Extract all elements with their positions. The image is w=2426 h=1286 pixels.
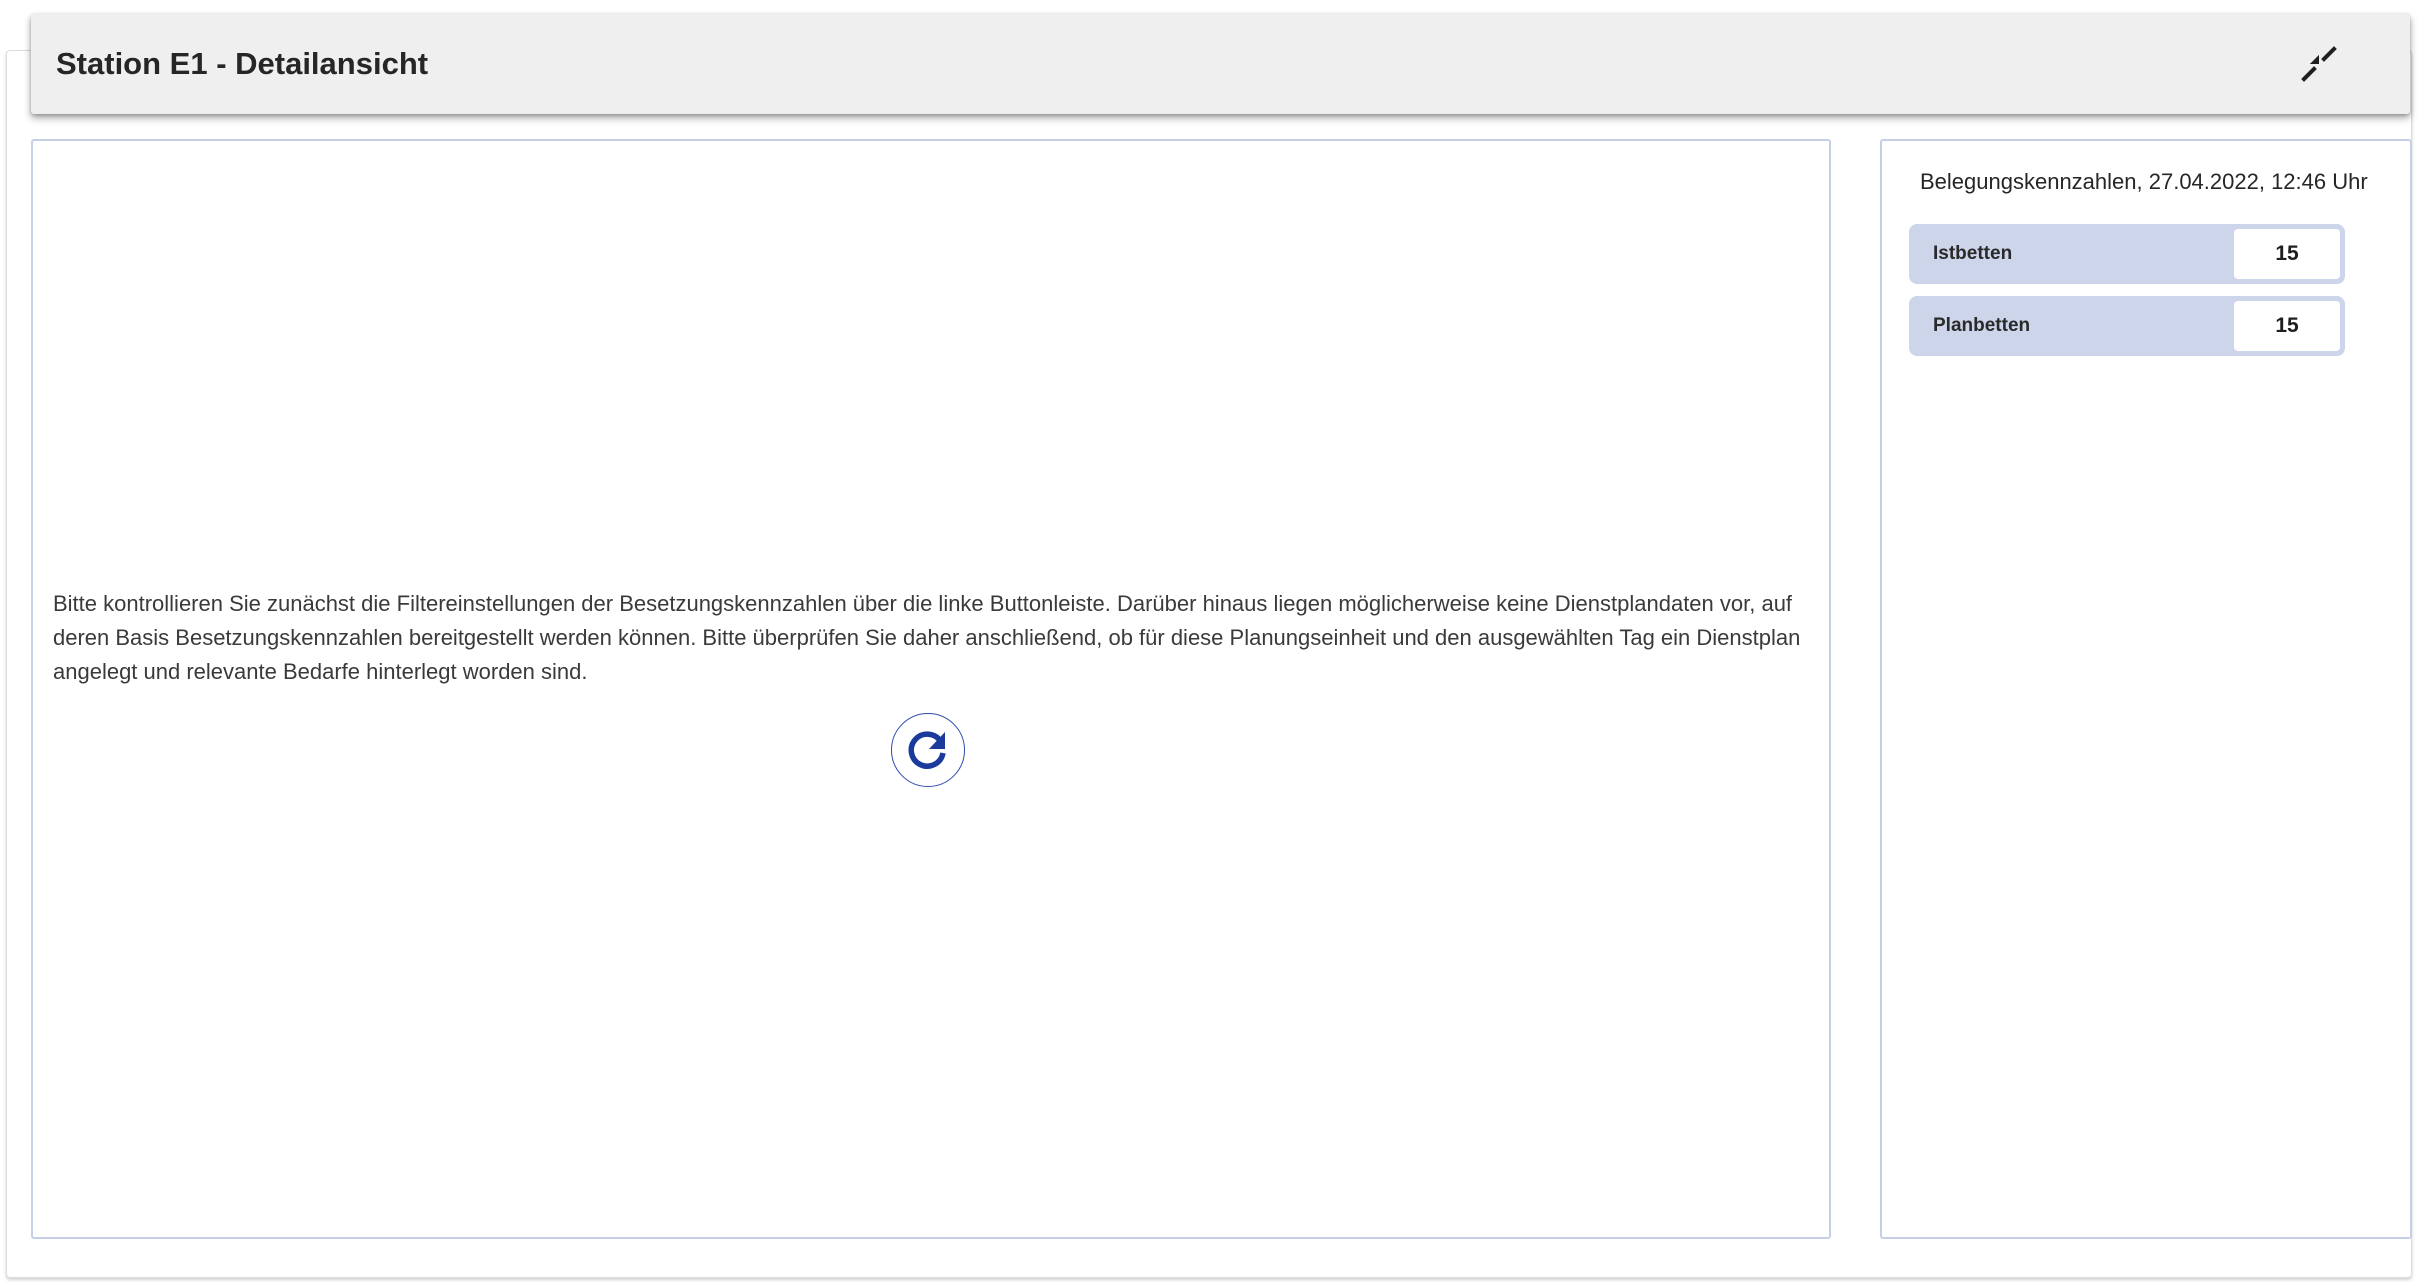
stat-row-planbetten: Planbetten 15 [1909,296,2345,356]
detail-header: Station E1 - Detailansicht [31,14,2410,114]
collapse-button[interactable] [2293,38,2345,90]
occupancy-panel: Bitte kontrollieren Sie zunächst die Fil… [31,139,1831,1239]
collapse-arrows-icon [2301,46,2337,82]
page-title: Station E1 - Detailansicht [56,46,429,81]
stat-label: Istbetten [1933,243,2013,264]
stat-value: 15 [2234,229,2340,279]
stat-row-istbetten: Istbetten 15 [1909,224,2345,284]
info-message: Bitte kontrollieren Sie zunächst die Fil… [53,591,1801,684]
refresh-button[interactable] [891,713,965,787]
stat-label: Planbetten [1933,315,2031,336]
stats-panel: Belegungskennzahlen, 27.04.2022, 12:46 U… [1880,139,2412,1239]
stat-value: 15 [2234,301,2340,351]
refresh-icon [908,731,946,769]
stats-heading: Belegungskennzahlen, 27.04.2022, 12:46 U… [1920,169,2368,194]
